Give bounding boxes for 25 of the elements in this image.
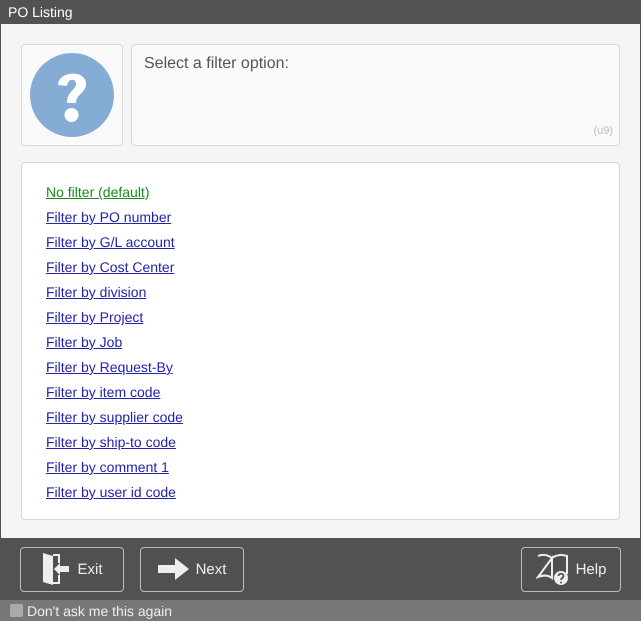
book-help-icon bbox=[536, 552, 570, 586]
filter-link[interactable]: Filter by Cost Center bbox=[46, 255, 174, 280]
filter-link[interactable]: Filter by comment 1 bbox=[46, 455, 169, 480]
filter-link[interactable]: Filter by Project bbox=[46, 305, 144, 330]
filter-link[interactable]: Filter by Job bbox=[46, 330, 122, 355]
checkbox-label[interactable]: Don't ask me this again bbox=[27, 602, 172, 618]
exit-button[interactable]: Exit bbox=[20, 546, 124, 592]
filter-link[interactable]: Filter by ship-to code bbox=[46, 430, 176, 455]
arrow-right-icon bbox=[158, 557, 190, 581]
filter-link[interactable]: No filter (default) bbox=[46, 180, 150, 205]
message-text: Select a filter option: bbox=[144, 55, 289, 73]
window-title: PO Listing bbox=[8, 4, 73, 20]
filter-link[interactable]: Filter by G/L account bbox=[46, 230, 175, 255]
filter-link[interactable]: Filter by supplier code bbox=[46, 405, 183, 430]
filter-link[interactable]: Filter by item code bbox=[46, 380, 160, 405]
door-exit-icon bbox=[41, 552, 72, 586]
filter-link[interactable]: Filter by user id code bbox=[46, 480, 176, 505]
checkbox[interactable] bbox=[10, 604, 23, 617]
next-button[interactable]: Next bbox=[140, 546, 244, 592]
help-button[interactable]: Help bbox=[521, 546, 621, 592]
message-code: (u9) bbox=[593, 125, 613, 137]
filter-link[interactable]: Filter by division bbox=[46, 280, 146, 305]
question-icon bbox=[30, 53, 114, 137]
filter-link[interactable]: Filter by Request-By bbox=[46, 355, 173, 380]
filter-link[interactable]: Filter by PO number bbox=[46, 205, 172, 230]
